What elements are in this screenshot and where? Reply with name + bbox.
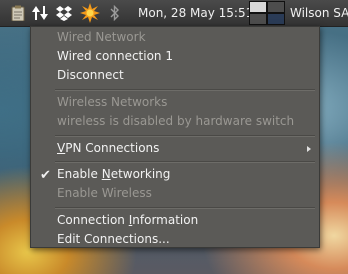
clock[interactable]: Mon, 28 May 15:51 [138, 6, 253, 20]
user-name[interactable]: Wilson SA [290, 6, 348, 20]
vpn-connections-item[interactable]: VPN Connections [57, 140, 159, 156]
enable-wireless-item: Enable Wireless [57, 186, 152, 200]
vpn-label: PN Connections [65, 141, 160, 155]
enable-networking-item[interactable]: Enable Networking [57, 166, 170, 182]
connection-info-label: Connection [57, 213, 129, 227]
enable-networking-label-rest: etworking [110, 167, 171, 181]
wired-connection-item[interactable]: Wired connection 1 [57, 48, 173, 64]
submenu-arrow-icon [307, 146, 311, 152]
bluetooth-icon[interactable] [108, 4, 122, 22]
separator [55, 207, 315, 209]
wired-network-header: Wired Network [57, 30, 146, 44]
workspace-3[interactable] [249, 13, 267, 25]
wireless-status-text: wireless is disabled by hardware switch [57, 114, 295, 128]
vpn-mnemonic: V [57, 141, 66, 155]
network-updown-icon[interactable] [31, 4, 49, 22]
checkmark-icon: ✔ [40, 168, 51, 183]
connection-info-label-rest: nformation [132, 213, 199, 227]
enable-networking-label: Enable [57, 167, 102, 181]
burst-notification-icon[interactable] [80, 3, 100, 23]
connection-information-item[interactable]: Connection Information [57, 212, 198, 228]
workspace-4[interactable] [267, 13, 285, 25]
top-panel: Mon, 28 May 15:51 Wilson SA [0, 0, 348, 27]
enable-networking-mnemonic: N [101, 167, 111, 181]
separator [55, 89, 315, 91]
disconnect-item[interactable]: Disconnect [57, 67, 124, 83]
edit-connections-item[interactable]: Edit Connections... [57, 231, 170, 247]
wireless-networks-header: Wireless Networks [57, 95, 168, 109]
workspace-1[interactable] [249, 1, 267, 13]
workspace-2[interactable] [267, 1, 285, 13]
workspace-switcher[interactable] [249, 1, 285, 25]
separator [55, 135, 315, 137]
network-menu: Wired Network Wired connection 1 Disconn… [30, 26, 320, 248]
clipboard-icon[interactable] [10, 4, 26, 22]
separator [55, 161, 315, 163]
dropbox-icon[interactable] [55, 4, 73, 22]
